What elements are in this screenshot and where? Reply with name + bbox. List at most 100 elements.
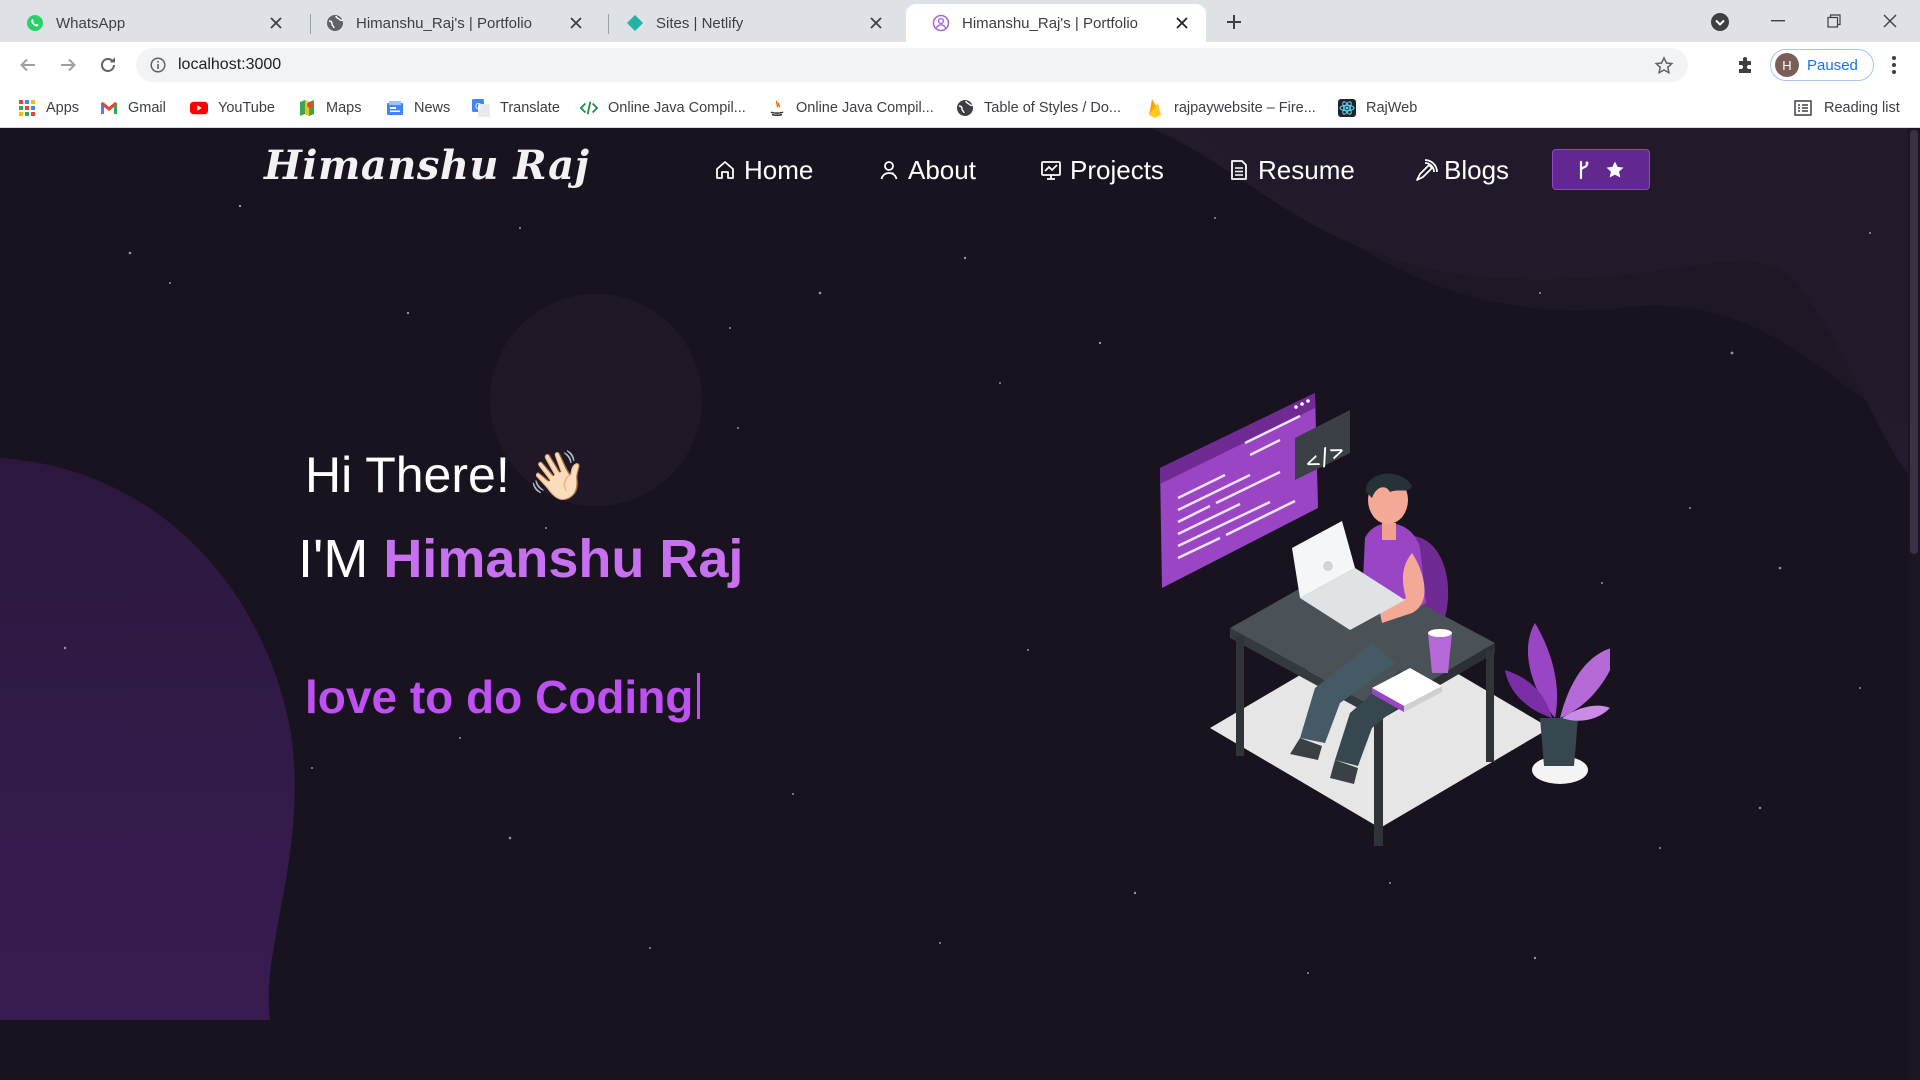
github-star-button[interactable]: [1552, 149, 1650, 190]
tab-title: Himanshu_Raj's | Portfolio: [962, 14, 1139, 32]
close-icon[interactable]: [866, 13, 886, 33]
developer-at-desk-illustration: </>: [1160, 393, 1610, 846]
maps-icon: [298, 99, 316, 117]
bookmark-label: Maps: [326, 100, 362, 116]
intro-heading: I'M Himanshu Raj: [298, 528, 743, 590]
restore-button[interactable]: [1806, 0, 1862, 42]
typed-text: love to do Coding: [305, 671, 694, 723]
close-window-button[interactable]: [1862, 0, 1918, 42]
bookmark-label: RajWeb: [1366, 100, 1418, 116]
background-decoration: [0, 128, 1920, 1020]
nav-projects[interactable]: Projects: [1040, 150, 1164, 190]
reading-list-label: Reading list: [1824, 100, 1900, 116]
coffee-cup: [1428, 629, 1452, 673]
profile-button[interactable]: H Paused: [1770, 49, 1874, 81]
typewriter-text: love to do Coding: [305, 670, 701, 724]
bookmark-rajweb[interactable]: RajWeb: [1338, 96, 1417, 120]
nav-about[interactable]: About: [878, 150, 976, 190]
tab-portfolio-1[interactable]: Himanshu_Raj's | Portfolio: [300, 4, 600, 42]
bookmark-table-of-styles[interactable]: Table of Styles / Do...: [956, 96, 1121, 120]
portfolio-icon: [932, 14, 950, 32]
tab-netlify[interactable]: Sites | Netlify: [600, 4, 900, 42]
home-icon: [714, 159, 736, 181]
avatar: H: [1775, 53, 1799, 77]
bookmark-rajpaywebsite[interactable]: rajpaywebsite – Fire...: [1146, 96, 1316, 120]
bookmarks-bar: Apps Gmail YouTube Maps News G Translate: [0, 88, 1920, 128]
globe-icon: [326, 14, 344, 32]
extensions-puzzle-icon[interactable]: [1732, 51, 1760, 79]
nav-label: About: [908, 154, 976, 185]
reading-list-button[interactable]: Reading list: [1794, 96, 1900, 120]
firebase-icon: [1146, 99, 1164, 118]
intro-name: Himanshu Raj: [383, 529, 744, 589]
bookmark-label: YouTube: [218, 100, 275, 116]
git-fork-icon: [1577, 160, 1591, 180]
potted-plant: [1505, 623, 1610, 784]
bookmark-label: News: [414, 100, 451, 116]
profile-status: Paused: [1807, 56, 1858, 74]
bookmark-youtube[interactable]: YouTube: [190, 96, 275, 120]
nav-label: Projects: [1070, 154, 1164, 185]
tab-title: Himanshu_Raj's | Portfolio: [356, 14, 533, 32]
nav-label: Home: [744, 154, 814, 185]
bookmark-gmail[interactable]: Gmail: [100, 96, 166, 120]
nav-blogs[interactable]: Blogs: [1414, 150, 1509, 190]
blog-icon: [1414, 159, 1438, 181]
bookmark-translate[interactable]: G Translate: [472, 96, 560, 120]
back-button[interactable]: [12, 49, 44, 81]
page-scrollbar[interactable]: [1908, 128, 1920, 1080]
bookmark-star-icon[interactable]: [1654, 56, 1674, 76]
tab-title: Sites | Netlify: [656, 14, 744, 32]
bookmark-label: Gmail: [128, 100, 166, 116]
bookmark-label: Translate: [500, 100, 560, 116]
tab-portfolio-active[interactable]: Himanshu_Raj's | Portfolio: [906, 4, 1206, 42]
portfolio-page: Himanshu Raj Home About Projects Resume …: [0, 128, 1920, 1080]
minimize-button[interactable]: [1750, 0, 1806, 42]
tab-whatsapp[interactable]: WhatsApp: [0, 4, 300, 42]
greeting-heading: Hi There! 👋🏻: [305, 446, 587, 504]
globe-icon: [956, 99, 974, 117]
star-icon: [1605, 160, 1625, 180]
tab-strip: WhatsApp Himanshu_Raj's | Portfolio Site…: [0, 0, 1920, 42]
svg-text:G: G: [475, 102, 481, 111]
close-icon[interactable]: [266, 13, 286, 33]
bookmark-maps[interactable]: Maps: [298, 96, 361, 120]
java-icon: [768, 99, 786, 117]
bookmark-java-compiler-1[interactable]: Online Java Compil...: [580, 96, 746, 120]
url-text: localhost:3000: [178, 56, 282, 73]
bookmark-apps[interactable]: Apps: [18, 96, 79, 120]
greeting-text: Hi There!: [305, 447, 510, 503]
translate-icon: G: [472, 99, 490, 117]
bookmark-label: rajpaywebsite – Fire...: [1174, 100, 1316, 116]
scrollbar-thumb[interactable]: [1910, 130, 1918, 554]
new-tab-button[interactable]: [1220, 8, 1248, 36]
bookmark-java-compiler-2[interactable]: Online Java Compil...: [768, 96, 934, 120]
site-info-icon[interactable]: [150, 57, 166, 73]
apps-grid-icon: [18, 99, 36, 117]
browser-toolbar: localhost:3000 H Paused: [0, 42, 1920, 88]
bookmark-label: Apps: [46, 100, 80, 116]
nav-home[interactable]: Home: [714, 150, 813, 190]
nav-resume[interactable]: Resume: [1228, 150, 1355, 190]
tab-search-icon[interactable]: [1706, 8, 1734, 36]
kebab-menu-icon[interactable]: [1880, 51, 1908, 79]
typing-caret: [697, 673, 701, 719]
tab-title: WhatsApp: [56, 14, 126, 32]
address-bar[interactable]: localhost:3000: [136, 48, 1688, 82]
user-icon: [878, 159, 900, 181]
reading-list-icon: [1794, 100, 1812, 116]
bookmark-news[interactable]: News: [386, 96, 450, 120]
react-icon: [1338, 99, 1356, 117]
whatsapp-icon: [26, 14, 44, 32]
brand-logo[interactable]: Himanshu Raj: [264, 142, 589, 189]
projects-icon: [1040, 159, 1062, 181]
bookmark-label: Table of Styles / Do...: [984, 100, 1122, 116]
nav-label: Resume: [1258, 154, 1355, 185]
close-icon[interactable]: [1172, 13, 1192, 33]
close-icon[interactable]: [566, 13, 586, 33]
forward-button[interactable]: [52, 49, 84, 81]
news-icon: [386, 99, 404, 117]
intro-prefix: I'M: [298, 529, 369, 589]
reload-button[interactable]: [92, 49, 124, 81]
bookmark-label: Online Java Compil...: [796, 100, 934, 116]
